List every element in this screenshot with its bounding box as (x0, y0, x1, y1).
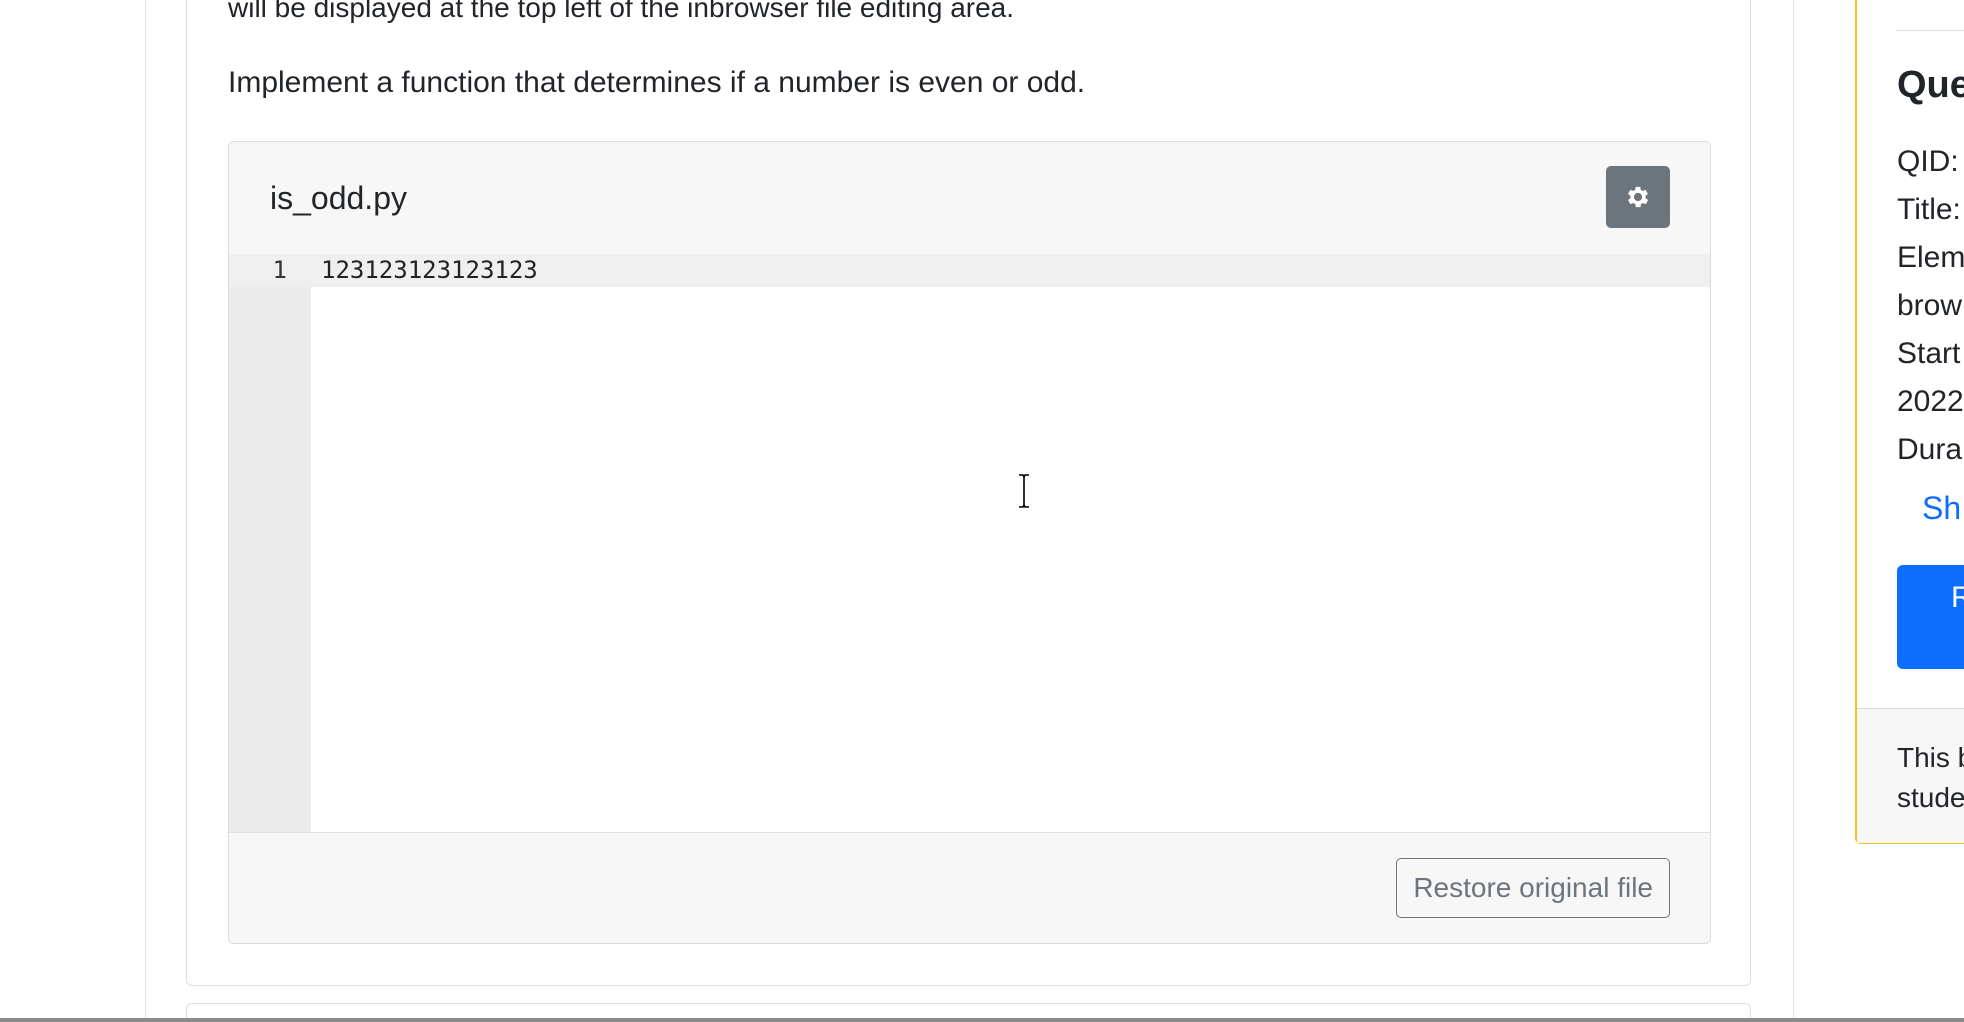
sidebar-footer-line: stude (1897, 782, 1964, 813)
editor-settings-button[interactable] (1606, 166, 1670, 228)
question-text-previous: will be displayed at the top left of the… (228, 0, 1015, 23)
code-line[interactable]: 123123123123123 (321, 256, 538, 284)
line-number-gutter (229, 254, 311, 832)
sidebar-show-link[interactable]: Sh (1922, 490, 1961, 527)
file-editor-footer: Restore original file (229, 833, 1710, 943)
code-editor[interactable]: 1 123123123123123 (229, 254, 1710, 833)
sidebar-qid-label: QID: (1897, 145, 1959, 178)
sidebar-footer (1857, 708, 1964, 843)
file-editor-card: is_odd.py 1 123123123123123 Restore orig… (228, 141, 1711, 944)
file-name: is_odd.py (270, 180, 407, 216)
line-number: 1 (272, 256, 287, 284)
sidebar-duration-label: Dura (1897, 433, 1963, 466)
sidebar-row-brow: brow (1897, 289, 1963, 322)
question-prompt: Implement a function that determines if … (228, 66, 1086, 99)
text-cursor-icon (1019, 474, 1029, 508)
restore-original-file-button[interactable]: Restore original file (1396, 858, 1670, 918)
sidebar-start-value: 2022 (1897, 385, 1964, 418)
sidebar-start-label: Start (1897, 337, 1961, 370)
page: will be displayed at the top left of the… (0, 0, 1964, 1022)
sidebar-footer-line: This b (1897, 742, 1964, 773)
sidebar-row-elem: Elem (1897, 241, 1964, 274)
file-editor-header: is_odd.py (229, 142, 1710, 255)
sidebar-divider (1896, 30, 1964, 31)
column-divider-left (145, 0, 146, 1022)
sidebar-action-button[interactable]: R (1897, 565, 1964, 669)
window-bottom-edge (0, 1018, 1964, 1022)
sidebar-title-label: Title: (1897, 193, 1961, 226)
gear-icon (1627, 186, 1649, 208)
sidebar-title: Que (1897, 64, 1964, 106)
column-divider-right (1793, 0, 1794, 1022)
